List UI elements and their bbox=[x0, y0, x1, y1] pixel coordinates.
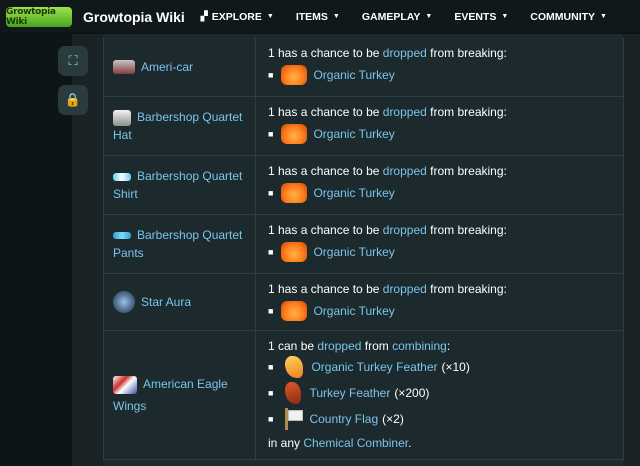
drop-item-link[interactable]: Organic Turkey bbox=[313, 245, 394, 259]
nav-gameplay[interactable]: GAMEPLAY ▼ bbox=[362, 11, 432, 23]
item-link[interactable]: Star Aura bbox=[141, 290, 191, 314]
drop-item-link[interactable]: Organic Turkey bbox=[313, 304, 394, 318]
growtopia-logo[interactable]: Growtopia Wiki bbox=[6, 6, 72, 27]
ingredient-link[interactable]: Turkey Feather bbox=[309, 386, 390, 400]
drop-item-link[interactable]: Organic Turkey bbox=[313, 127, 394, 141]
drop-cell: 1 has a chance to be dropped from breaki… bbox=[256, 156, 623, 214]
dropped-link[interactable]: dropped bbox=[383, 105, 427, 119]
list-item: ■ Turkey Feather (×200) bbox=[268, 380, 623, 406]
organic-turkey-icon bbox=[281, 124, 308, 144]
nav-community[interactable]: COMMUNITY ▼ bbox=[530, 11, 607, 23]
chemical-combiner-link[interactable]: Chemical Combiner bbox=[303, 436, 408, 450]
main-nav: ▞ EXPLORE ▼ ITEMS ▼ GAMEPLAY ▼ EVENTS ▼ … bbox=[201, 11, 629, 23]
dropped-link[interactable]: dropped bbox=[383, 282, 427, 296]
bullet-icon: ■ bbox=[268, 414, 274, 424]
item-cell: Barbershop Quartet Shirt bbox=[104, 156, 256, 214]
list-item: ■ Organic Turkey bbox=[268, 120, 623, 148]
list-item: ■ Organic Turkey bbox=[268, 238, 623, 266]
item-cell: Star Aura bbox=[104, 274, 256, 330]
barbershop-pants-icon bbox=[113, 232, 131, 240]
item-cell: Barbershop Quartet Hat bbox=[104, 97, 256, 155]
bullet-icon: ■ bbox=[268, 188, 274, 198]
bullet-icon: ■ bbox=[268, 306, 274, 316]
dropped-link[interactable]: dropped bbox=[383, 164, 427, 178]
drop-item-link[interactable]: Organic Turkey bbox=[313, 186, 394, 200]
organic-turkey-icon bbox=[281, 65, 308, 85]
bullet-icon: ■ bbox=[268, 129, 274, 139]
item-link[interactable]: Barbershop Quartet Hat bbox=[113, 108, 255, 144]
dropped-link[interactable]: dropped bbox=[383, 223, 427, 237]
table-row: American Eagle Wings 1 can be dropped fr… bbox=[103, 331, 624, 460]
bullet-icon: ■ bbox=[268, 247, 274, 257]
item-link[interactable]: American Eagle Wings bbox=[113, 373, 255, 417]
table-row: Ameri-car 1 has a chance to be dropped f… bbox=[103, 38, 624, 97]
list-item: ■ Organic Turkey Feather (×10) bbox=[268, 354, 623, 380]
item-cell: American Eagle Wings bbox=[104, 331, 256, 459]
chevron-down-icon: ▼ bbox=[501, 13, 509, 20]
chevron-down-icon: ▼ bbox=[425, 13, 433, 20]
ingredient-qty: (×2) bbox=[382, 412, 404, 426]
explore-icon: ▞ bbox=[200, 11, 208, 21]
ingredient-link[interactable]: Country Flag bbox=[309, 412, 378, 426]
chevron-down-icon: ▼ bbox=[332, 13, 340, 20]
drop-cell: 1 has a chance to be dropped from breaki… bbox=[256, 38, 623, 96]
dropped-link[interactable]: dropped bbox=[317, 339, 361, 353]
nav-items[interactable]: ITEMS ▼ bbox=[296, 11, 340, 23]
combining-link[interactable]: combining bbox=[392, 339, 447, 353]
item-cell: Ameri-car bbox=[104, 38, 256, 96]
organic-turkey-feather-icon bbox=[285, 356, 304, 378]
table-row: Barbershop Quartet Shirt 1 has a chance … bbox=[103, 156, 624, 215]
barbershop-shirt-icon bbox=[113, 172, 131, 181]
item-cell: Barbershop Quartet Pants bbox=[104, 215, 256, 273]
wiki-title[interactable]: Growtopia Wiki bbox=[83, 9, 185, 25]
lock-button[interactable]: 🔒 bbox=[58, 85, 88, 115]
chevron-down-icon: ▼ bbox=[266, 13, 274, 20]
drop-item-link[interactable]: Organic Turkey bbox=[313, 68, 394, 82]
list-item: ■ Organic Turkey bbox=[268, 297, 623, 325]
expand-button[interactable]: ⛶ bbox=[58, 46, 88, 76]
ingredient-link[interactable]: Organic Turkey Feather bbox=[311, 360, 437, 374]
organic-turkey-icon bbox=[281, 242, 308, 262]
drop-cell: 1 has a chance to be dropped from breaki… bbox=[256, 97, 623, 155]
drops-table: Ameri-car 1 has a chance to be dropped f… bbox=[103, 34, 624, 466]
nav-explore[interactable]: ▞ EXPLORE ▼ bbox=[201, 11, 274, 23]
bullet-icon: ■ bbox=[268, 70, 274, 80]
item-link[interactable]: Ameri-car bbox=[141, 55, 193, 79]
table-row: Star Aura 1 has a chance to be dropped f… bbox=[103, 274, 624, 331]
expand-icon: ⛶ bbox=[68, 53, 78, 68]
turkey-feather-icon bbox=[285, 382, 302, 404]
drop-cell: 1 has a chance to be dropped from breaki… bbox=[256, 215, 623, 273]
ingredient-qty: (×10) bbox=[441, 360, 470, 374]
bullet-icon: ■ bbox=[268, 388, 274, 398]
table-row: Barbershop Quartet Pants 1 has a chance … bbox=[103, 215, 624, 274]
barbershop-hat-icon bbox=[113, 109, 131, 126]
drop-cell: 1 has a chance to be dropped from breaki… bbox=[256, 274, 623, 330]
star-aura-icon bbox=[113, 291, 135, 313]
organic-turkey-icon bbox=[281, 301, 308, 321]
lock-icon: 🔒 bbox=[64, 92, 82, 107]
nav-events[interactable]: EVENTS ▼ bbox=[454, 11, 508, 23]
item-link[interactable]: Barbershop Quartet Pants bbox=[113, 226, 255, 262]
item-link[interactable]: Barbershop Quartet Shirt bbox=[113, 167, 255, 203]
table-row: Barbershop Quartet Hat 1 has a chance to… bbox=[103, 97, 624, 156]
chevron-down-icon: ▼ bbox=[600, 13, 607, 20]
american-eagle-wings-icon bbox=[113, 375, 137, 394]
country-flag-icon bbox=[283, 408, 304, 430]
top-navigation: Growtopia Wiki Growtopia Wiki ▞ EXPLORE … bbox=[0, 0, 640, 34]
dropped-link[interactable]: dropped bbox=[383, 46, 427, 60]
list-item: ■ Country Flag (×2) bbox=[268, 406, 623, 432]
organic-turkey-icon bbox=[281, 183, 308, 203]
ingredient-qty: (×200) bbox=[394, 386, 430, 400]
drop-cell: 1 can be dropped from combining: ■ Organ… bbox=[256, 331, 623, 459]
ameri-car-icon bbox=[113, 60, 135, 74]
list-item: ■ Organic Turkey bbox=[268, 61, 623, 89]
bullet-icon: ■ bbox=[268, 362, 274, 372]
list-item: ■ Organic Turkey bbox=[268, 179, 623, 207]
